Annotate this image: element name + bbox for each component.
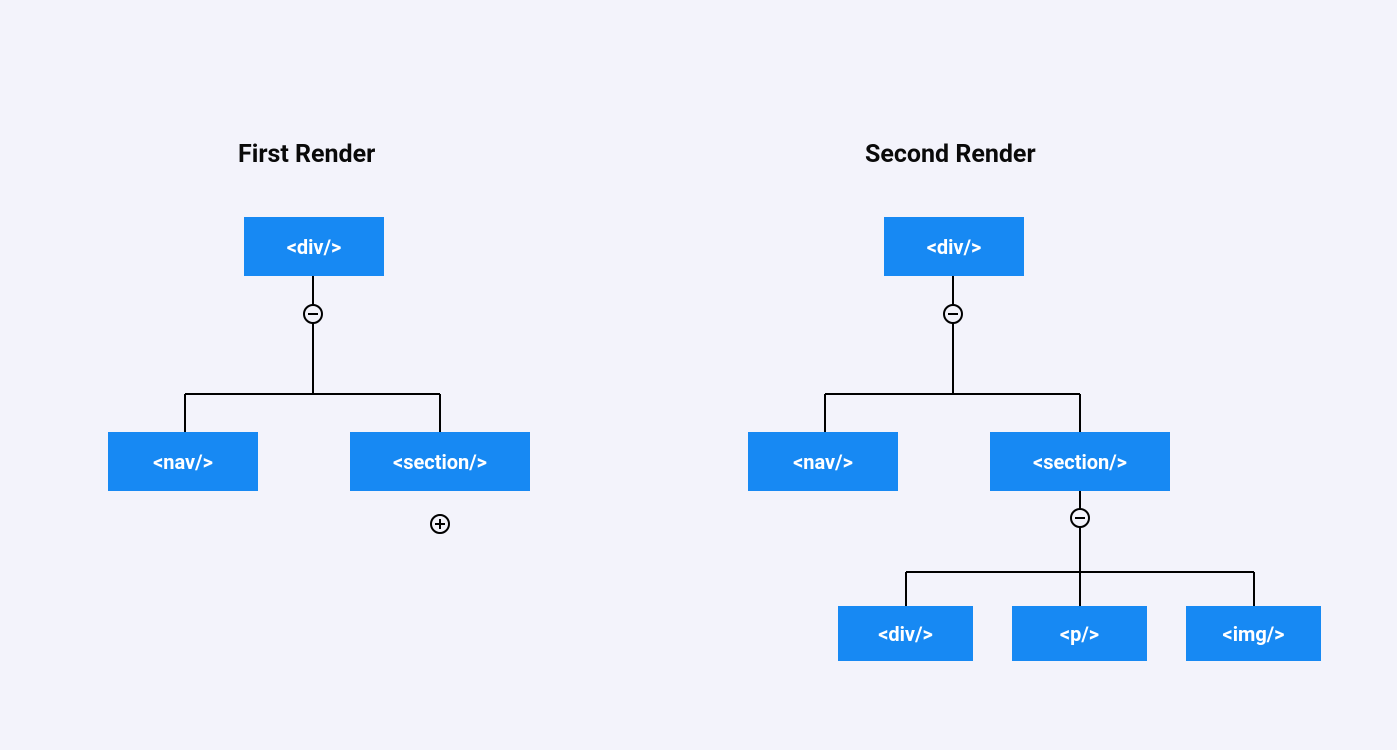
minus-icon: [308, 313, 318, 315]
first-root-collapse-toggle[interactable]: [303, 304, 323, 324]
second-root-node: <div/>: [884, 217, 1024, 276]
diagram-stage: First Render Second Render <div/> <nav/>…: [0, 0, 1397, 750]
first-section-expand-toggle[interactable]: [430, 514, 450, 534]
second-p-leaf-node: <p/>: [1012, 606, 1147, 661]
first-nav-node: <nav/>: [108, 432, 258, 491]
second-root-collapse-toggle[interactable]: [943, 304, 963, 324]
second-render-title: Second Render: [865, 140, 1036, 169]
minus-icon: [948, 313, 958, 315]
first-section-node: <section/>: [350, 432, 530, 491]
second-nav-node: <nav/>: [748, 432, 898, 491]
minus-icon: [1075, 517, 1085, 519]
second-img-leaf-node: <img/>: [1186, 606, 1321, 661]
second-div-leaf-node: <div/>: [838, 606, 973, 661]
second-section-collapse-toggle[interactable]: [1070, 508, 1090, 528]
first-root-node: <div/>: [244, 217, 384, 276]
plus-icon-v: [439, 519, 441, 529]
second-section-node: <section/>: [990, 432, 1170, 491]
first-render-title: First Render: [238, 140, 375, 169]
